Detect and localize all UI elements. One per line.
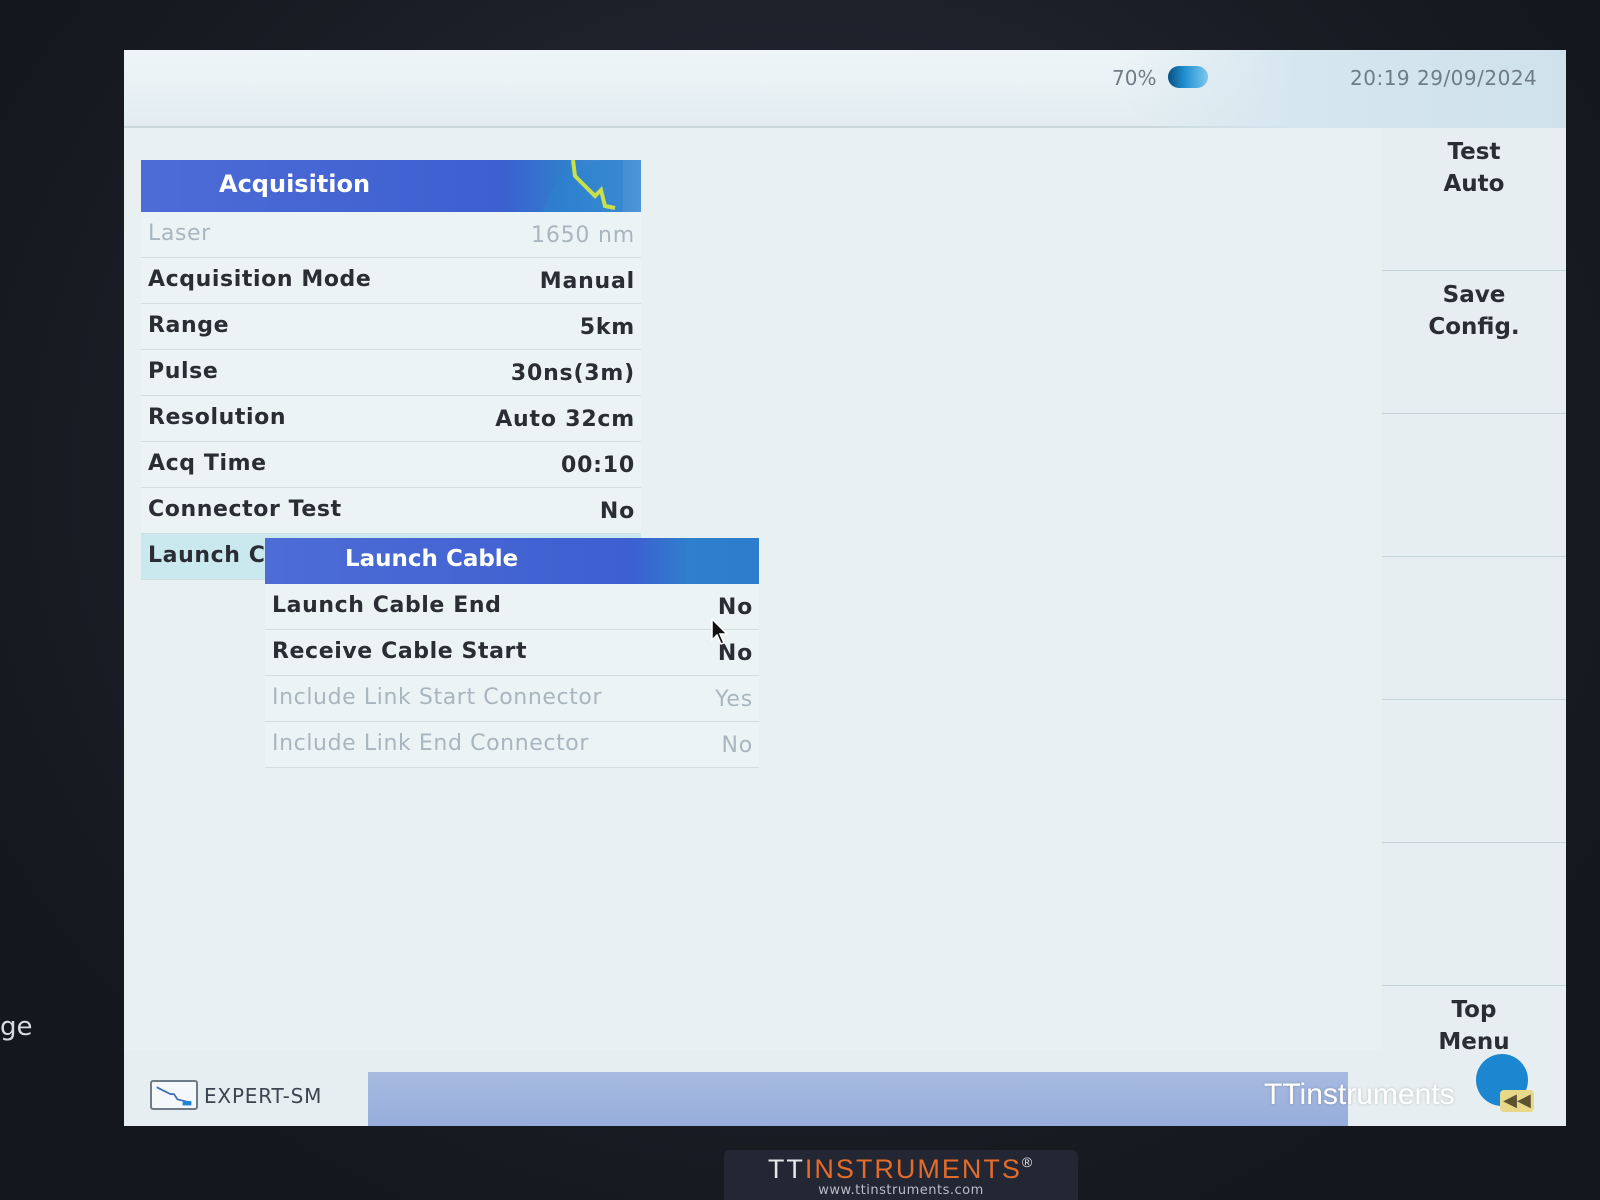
row-acq-time[interactable]: Acq Time 00:10: [141, 442, 641, 488]
device-logo-url: www.ttinstruments.com: [818, 1183, 984, 1198]
row-connector-test[interactable]: Connector Test No: [141, 488, 641, 534]
row-value: 30ns(3m): [510, 361, 635, 386]
launch-cable-submenu: Launch Cable Launch Cable End No Receive…: [265, 538, 759, 768]
otdr-mode-icon: [150, 1080, 198, 1110]
row-label: Pulse: [148, 359, 219, 384]
battery-level: 70%: [1112, 66, 1157, 90]
row-label: Acquisition Mode: [148, 267, 372, 292]
softkey-test-auto[interactable]: Test Auto: [1382, 128, 1566, 271]
softkey-empty-5[interactable]: [1382, 700, 1566, 843]
row-label: Launch C: [148, 543, 266, 568]
row-label: Include Link End Connector: [272, 731, 589, 756]
rewind-icon[interactable]: ◀◀: [1500, 1090, 1534, 1112]
row-value: 00:10: [560, 453, 635, 478]
row-launch-cable-end[interactable]: Launch Cable End No: [265, 584, 759, 630]
device-logo-plate: TTINSTRUMENTS® www.ttinstruments.com: [724, 1150, 1078, 1200]
row-value: Auto 32cm: [495, 407, 635, 432]
row-laser: Laser 1650 nm: [141, 212, 641, 258]
acquisition-menu-header: Acquisition: [141, 160, 641, 212]
row-value: Yes: [715, 687, 753, 712]
row-label: Launch Cable End: [272, 593, 502, 618]
bezel-edge-text: ge: [0, 1012, 33, 1042]
row-label: Laser: [148, 221, 211, 246]
row-label: Receive Cable Start: [272, 639, 528, 664]
device-logo: TTINSTRUMENTS®: [767, 1154, 1035, 1184]
mode-label: EXPERT-SM: [204, 1084, 323, 1108]
row-value: No: [717, 595, 753, 620]
row-include-link-end-connector: Include Link End Connector No: [265, 722, 759, 768]
row-value: No: [721, 733, 753, 758]
clock-datetime: 20:19 29/09/2024: [1350, 66, 1538, 90]
row-receive-cable-start[interactable]: Receive Cable Start No: [265, 630, 759, 676]
mouse-pointer-icon: [711, 618, 729, 645]
row-label: Connector Test: [148, 497, 342, 522]
softkey-empty-6[interactable]: [1382, 843, 1566, 986]
row-label: Resolution: [148, 405, 287, 430]
row-value: 5km: [579, 315, 635, 340]
row-label: Acq Time: [148, 451, 267, 476]
softkey-empty-4[interactable]: [1382, 557, 1566, 700]
otdr-trace-icon: [543, 160, 623, 212]
acquisition-menu: Acquisition Laser 1650 nm Acquisition Mo…: [141, 160, 641, 580]
row-label: Range: [148, 313, 230, 338]
row-label: Include Link Start Connector: [272, 685, 603, 710]
launch-cable-submenu-header: Launch Cable: [265, 538, 759, 584]
battery-icon: [1168, 66, 1208, 88]
row-value: Manual: [539, 269, 635, 294]
status-bar: 70% 20:19 29/09/2024: [124, 50, 1566, 128]
bottom-status-strip: [368, 1072, 1348, 1126]
otdr-screen: 70% 20:19 29/09/2024 Test Auto Save Conf…: [124, 50, 1566, 1126]
row-acquisition-mode[interactable]: Acquisition Mode Manual: [141, 258, 641, 304]
launch-cable-submenu-title: Launch Cable: [345, 546, 519, 572]
softkey-column: Test Auto Save Config. Top Menu: [1382, 128, 1566, 1126]
row-include-link-start-connector: Include Link Start Connector Yes: [265, 676, 759, 722]
brand-wordmark: TTinstruments: [1264, 1078, 1455, 1111]
row-value: No: [599, 499, 635, 524]
row-resolution[interactable]: Resolution Auto 32cm: [141, 396, 641, 442]
acquisition-menu-title: Acquisition: [219, 170, 371, 198]
softkey-save-config[interactable]: Save Config.: [1382, 271, 1566, 414]
row-pulse[interactable]: Pulse 30ns(3m): [141, 350, 641, 396]
bottom-bar: EXPERT-SM TTinstruments ◀◀: [124, 1050, 1566, 1126]
row-range[interactable]: Range 5km: [141, 304, 641, 350]
softkey-empty-3[interactable]: [1382, 414, 1566, 557]
row-value: 1650 nm: [531, 223, 635, 248]
